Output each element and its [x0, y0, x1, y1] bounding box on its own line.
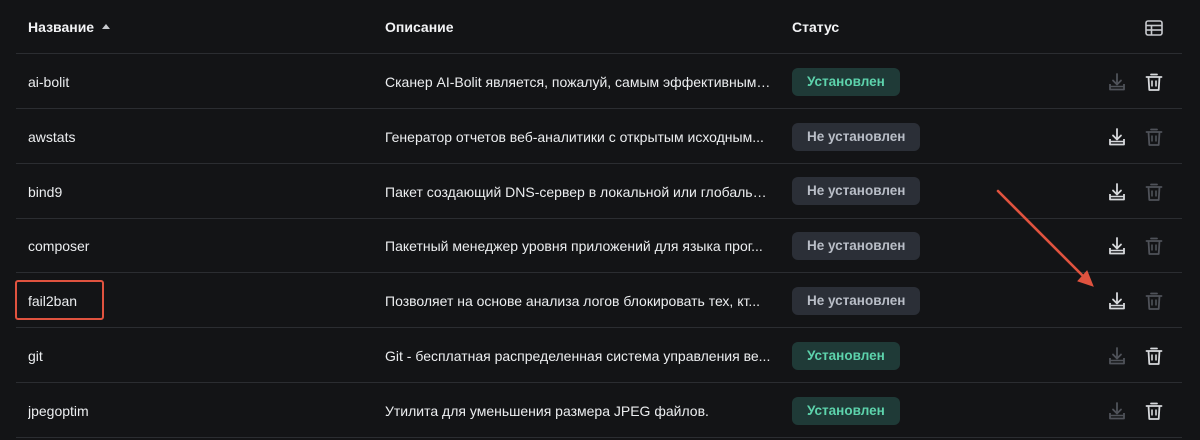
download-tray-icon[interactable] — [1105, 234, 1129, 258]
package-description: Утилита для уменьшения размера JPEG файл… — [385, 402, 709, 419]
download-tray-icon[interactable] — [1105, 70, 1129, 94]
package-name: bind9 — [28, 183, 63, 200]
table-row[interactable]: fail2ban Позволяет на основе анализа лого… — [16, 274, 1182, 329]
trash-icon[interactable] — [1142, 344, 1166, 368]
package-description: Пакетный менеджер уровня приложений для … — [385, 238, 763, 255]
table-row[interactable]: awstats Генератор отчетов веб-аналитики с… — [16, 110, 1182, 164]
download-tray-icon[interactable] — [1105, 399, 1129, 423]
package-description: Git - бесплатная распределенная система … — [385, 348, 771, 364]
download-tray-icon[interactable] — [1105, 289, 1129, 313]
trash-icon[interactable] — [1142, 180, 1166, 204]
package-description: Сканер AI-Bolit является, пожалуй, самым… — [385, 74, 771, 90]
package-name: composer — [28, 238, 90, 255]
package-description: Позволяет на основе анализа логов блокир… — [385, 293, 761, 310]
download-tray-icon[interactable] — [1105, 344, 1129, 368]
download-tray-icon[interactable] — [1105, 180, 1129, 204]
table-row[interactable]: ai-bolit Сканер AI-Bolit является, пожалу… — [16, 55, 1182, 109]
status-cell: Не установлен — [792, 110, 1042, 164]
package-name: git — [28, 348, 43, 364]
trash-icon[interactable] — [1142, 289, 1166, 313]
status-cell: Установлен — [792, 329, 1042, 383]
column-header-description[interactable]: Описание — [385, 0, 454, 54]
download-tray-icon[interactable] — [1105, 125, 1129, 149]
package-name: ai-bolit — [28, 74, 70, 90]
trash-icon[interactable] — [1142, 234, 1166, 258]
table-columns-icon[interactable] — [1144, 18, 1164, 38]
status-cell: Установлен — [792, 384, 1042, 438]
trash-icon[interactable] — [1142, 399, 1166, 423]
highlight-annotation — [15, 280, 104, 320]
package-description: Пакет создающий DNS-сервер в локальной и… — [385, 183, 771, 200]
caret-up-icon — [102, 23, 111, 29]
column-header-name[interactable]: Название — [28, 0, 111, 54]
trash-icon[interactable] — [1142, 70, 1166, 94]
status-badge: Не установлен — [792, 177, 921, 206]
table-row[interactable]: git Git - бесплатная распределенная систе… — [16, 329, 1182, 383]
status-cell: Не установлен — [792, 219, 1042, 273]
table-row[interactable]: composer Пакетный менеджер уровня приложе… — [16, 219, 1182, 274]
status-badge: Не установлен — [792, 286, 921, 315]
status-cell: Установлен — [792, 55, 1042, 109]
status-badge: Установлен — [792, 67, 900, 96]
table-row[interactable]: bind9 Пакет создающий DNS-сервер в локаль… — [16, 165, 1182, 219]
status-badge: Установлен — [792, 341, 900, 370]
package-description: Генератор отчетов веб-аналитики с открыт… — [385, 128, 764, 145]
status-badge: Не установлен — [792, 232, 921, 261]
packages-table-view: Название Описание Статус ai-bolit Сканер … — [0, 0, 1200, 440]
table-row[interactable]: jpegoptim Утилита для уменьшения размера … — [16, 384, 1182, 438]
package-name: awstats — [28, 128, 76, 145]
column-header-status[interactable]: Статус — [792, 0, 839, 54]
status-badge: Не установлен — [792, 122, 921, 151]
trash-icon[interactable] — [1142, 125, 1166, 149]
status-cell: Не установлен — [792, 165, 1042, 219]
table-header: Название Описание Статус — [16, 0, 1182, 54]
column-header-name-label: Название — [28, 19, 95, 35]
status-badge: Установлен — [792, 396, 900, 425]
package-name: jpegoptim — [28, 402, 89, 419]
status-cell: Не установлен — [792, 274, 1042, 328]
